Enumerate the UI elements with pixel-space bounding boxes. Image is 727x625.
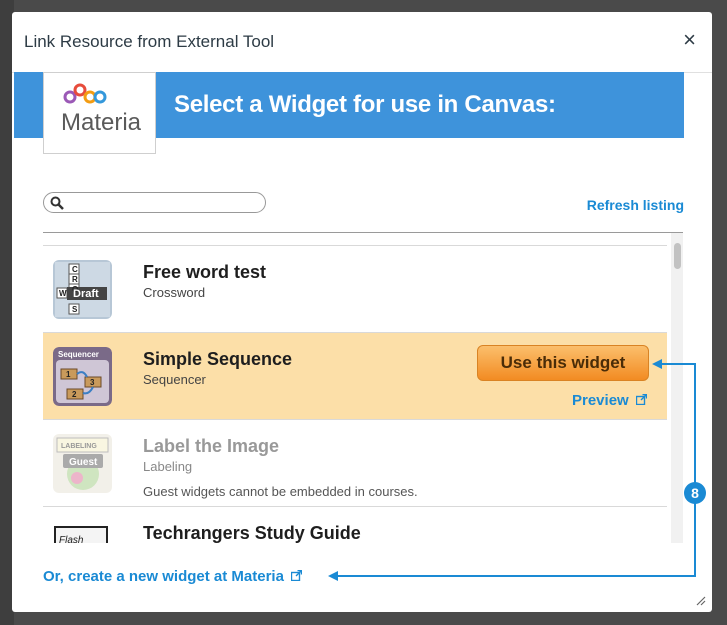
annotation-badge: 8 <box>684 482 706 504</box>
annotation-callout <box>328 359 696 581</box>
